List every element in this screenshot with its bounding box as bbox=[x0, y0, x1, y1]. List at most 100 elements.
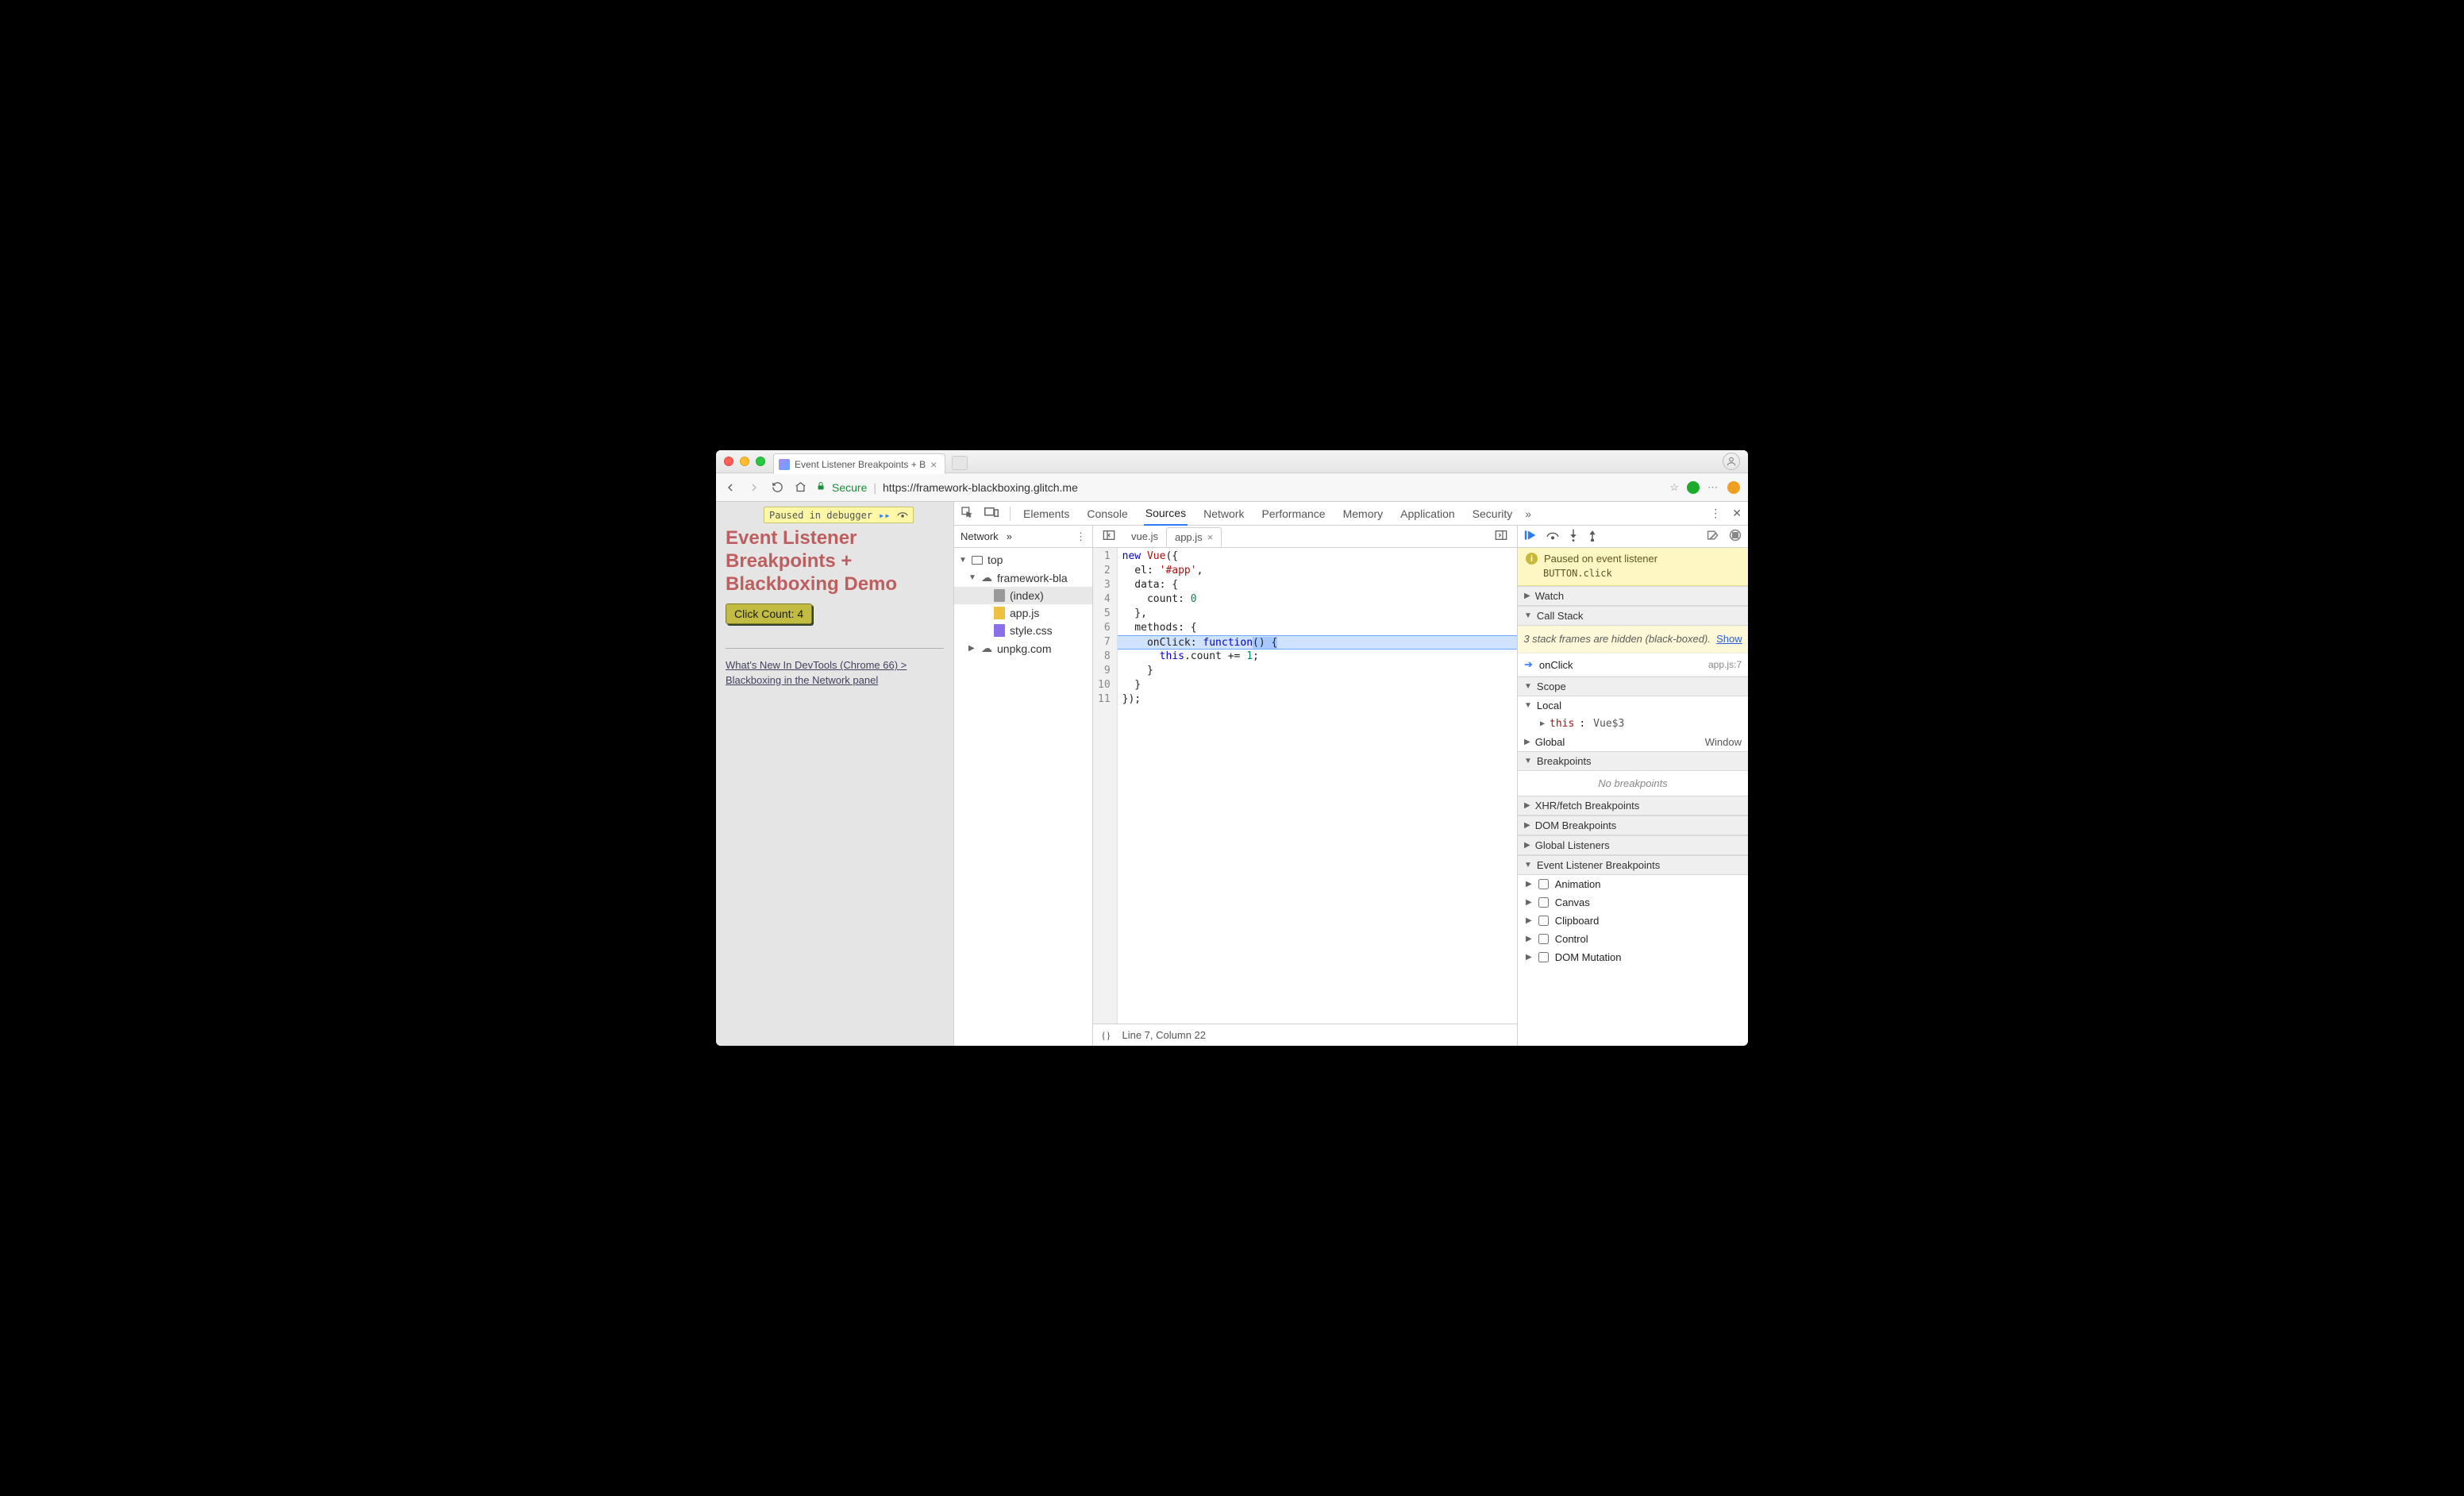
devtools-tab-memory[interactable]: Memory bbox=[1342, 503, 1385, 525]
toggle-navigator-icon[interactable] bbox=[1098, 530, 1120, 543]
scope-section-header[interactable]: ▼Scope bbox=[1518, 677, 1748, 696]
scope-this[interactable]: ▶this: Vue$3 bbox=[1518, 715, 1748, 733]
address-bar[interactable]: Secure | https://framework-blackboxing.g… bbox=[816, 478, 1660, 497]
scope-local[interactable]: ▼Local bbox=[1518, 696, 1748, 715]
cloud-icon: ☁ bbox=[981, 642, 992, 655]
callstack-section-header[interactable]: ▼Call Stack bbox=[1518, 606, 1748, 626]
global-listeners-header[interactable]: ▶Global Listeners bbox=[1518, 835, 1748, 855]
back-button[interactable] bbox=[724, 481, 737, 494]
devtools-tab-security[interactable]: Security bbox=[1471, 503, 1515, 525]
bookmark-star-icon[interactable]: ☆ bbox=[1669, 481, 1679, 494]
devtools-tab-elements[interactable]: Elements bbox=[1022, 503, 1071, 525]
close-devtools-icon[interactable]: ✕ bbox=[1732, 507, 1742, 520]
code-content[interactable]: new Vue({ el: '#app', data: { count: 0 }… bbox=[1118, 548, 1517, 1024]
debugger-sections: ▶Watch ▼Call Stack 3 stack frames are hi… bbox=[1518, 586, 1748, 1046]
navigator-more-icon[interactable]: » bbox=[1007, 530, 1012, 542]
elb-checkbox[interactable] bbox=[1538, 916, 1549, 926]
show-hidden-frames-link[interactable]: Show bbox=[1716, 633, 1742, 645]
home-button[interactable] bbox=[795, 481, 807, 493]
overlay-resume-button[interactable]: ▸▸ bbox=[879, 510, 890, 521]
code-line[interactable]: onClick: function() { bbox=[1118, 635, 1517, 650]
devtools-tab-performance[interactable]: Performance bbox=[1260, 503, 1326, 525]
browser-tab-title: Event Listener Breakpoints + B bbox=[795, 459, 926, 470]
code-line[interactable]: new Vue({ bbox=[1118, 549, 1517, 564]
devtools-tab-application[interactable]: Application bbox=[1399, 503, 1457, 525]
navigator-tab[interactable]: Network bbox=[961, 530, 999, 542]
zoom-window-button[interactable] bbox=[756, 457, 765, 466]
elb-category[interactable]: ▶DOM Mutation bbox=[1518, 948, 1748, 966]
code-line[interactable]: data: { bbox=[1118, 578, 1517, 592]
whatsnew-link[interactable]: What's New In DevTools (Chrome 66) > Bla… bbox=[726, 658, 944, 687]
step-out-button[interactable] bbox=[1588, 529, 1597, 544]
extension-menu-icon[interactable]: ⋯ bbox=[1707, 481, 1719, 494]
elb-category-label: DOM Mutation bbox=[1555, 951, 1622, 963]
file-name: app.js bbox=[1010, 607, 1039, 619]
close-tab-button[interactable]: × bbox=[930, 458, 937, 471]
inspect-element-icon[interactable] bbox=[961, 506, 973, 521]
code-line[interactable]: this.count += 1; bbox=[1118, 650, 1517, 664]
info-icon: i bbox=[1526, 553, 1538, 565]
close-editor-tab-icon[interactable]: × bbox=[1207, 531, 1214, 543]
dom-breakpoints-header[interactable]: ▶DOM Breakpoints bbox=[1518, 815, 1748, 835]
devtools-tab-sources[interactable]: Sources bbox=[1144, 502, 1188, 526]
pretty-print-icon[interactable]: {} bbox=[1101, 1029, 1111, 1042]
editor-tab[interactable]: app.js× bbox=[1166, 527, 1222, 547]
devtools-tab-console[interactable]: Console bbox=[1085, 503, 1129, 525]
browser-tab[interactable]: Event Listener Breakpoints + B × bbox=[773, 453, 945, 474]
forward-button[interactable] bbox=[748, 481, 760, 494]
elb-category[interactable]: ▶Animation bbox=[1518, 875, 1748, 893]
breakpoints-section-header[interactable]: ▼Breakpoints bbox=[1518, 751, 1748, 771]
kebab-menu-icon[interactable]: ⋮ bbox=[1710, 507, 1721, 520]
code-line[interactable]: } bbox=[1118, 664, 1517, 678]
step-into-button[interactable] bbox=[1569, 529, 1578, 544]
tree-top-frame[interactable]: ▼ top bbox=[954, 551, 1092, 569]
extension-alert-icon[interactable] bbox=[1727, 481, 1740, 494]
device-toolbar-icon[interactable] bbox=[984, 507, 999, 520]
file-tree-item[interactable]: app.js bbox=[954, 604, 1092, 622]
file-tree-item[interactable]: style.css bbox=[954, 622, 1092, 639]
code-line[interactable]: methods: { bbox=[1118, 621, 1517, 635]
more-tabs-icon[interactable]: » bbox=[1525, 507, 1531, 520]
pause-on-exceptions-button[interactable] bbox=[1729, 529, 1742, 544]
code-line[interactable]: } bbox=[1118, 678, 1517, 692]
elb-category[interactable]: ▶Canvas bbox=[1518, 893, 1748, 912]
toggle-debugger-icon[interactable] bbox=[1490, 530, 1512, 543]
minimize-window-button[interactable] bbox=[740, 457, 749, 466]
elb-category-label: Animation bbox=[1555, 878, 1601, 890]
elb-category[interactable]: ▶Control bbox=[1518, 930, 1748, 948]
code-line[interactable]: }, bbox=[1118, 607, 1517, 621]
elb-checkbox[interactable] bbox=[1538, 952, 1549, 962]
extension-icon[interactable] bbox=[1687, 481, 1700, 494]
elb-checkbox[interactable] bbox=[1538, 897, 1549, 908]
navigator-kebab-icon[interactable]: ⋮ bbox=[1076, 530, 1086, 543]
devtools-panel-tabs: Elements Console Sources Network Performance… bbox=[1022, 502, 1514, 525]
line-number-gutter[interactable]: 1234567891011 bbox=[1093, 548, 1118, 1024]
new-tab-button[interactable] bbox=[952, 456, 968, 470]
stack-frame[interactable]: ➔ onClick app.js:7 bbox=[1518, 654, 1748, 677]
resume-button[interactable] bbox=[1524, 530, 1537, 543]
elb-checkbox[interactable] bbox=[1538, 879, 1549, 889]
code-editor[interactable]: 1234567891011 new Vue({ el: '#app', data… bbox=[1093, 548, 1517, 1024]
code-line[interactable]: }); bbox=[1118, 692, 1517, 707]
reload-button[interactable] bbox=[772, 481, 783, 493]
elb-category[interactable]: ▶Clipboard bbox=[1518, 912, 1748, 930]
code-line[interactable]: count: 0 bbox=[1118, 592, 1517, 607]
elb-section-header[interactable]: ▼Event Listener Breakpoints bbox=[1518, 855, 1748, 875]
step-over-button[interactable] bbox=[1546, 530, 1559, 543]
xhr-breakpoints-header[interactable]: ▶XHR/fetch Breakpoints bbox=[1518, 796, 1748, 815]
deactivate-breakpoints-button[interactable] bbox=[1707, 530, 1719, 543]
file-tree-item[interactable]: (index) bbox=[954, 587, 1092, 604]
favicon-icon bbox=[779, 459, 790, 470]
profile-button[interactable] bbox=[1723, 453, 1740, 470]
scope-global[interactable]: ▶GlobalWindow bbox=[1518, 733, 1748, 751]
tree-domain-external[interactable]: ▶☁ unpkg.com bbox=[954, 639, 1092, 657]
tree-domain[interactable]: ▼☁ framework-bla bbox=[954, 569, 1092, 587]
overlay-step-button[interactable] bbox=[897, 509, 908, 521]
editor-tab[interactable]: vue.js bbox=[1123, 526, 1166, 546]
elb-checkbox[interactable] bbox=[1538, 934, 1549, 944]
watch-section-header[interactable]: ▶Watch bbox=[1518, 586, 1748, 606]
close-window-button[interactable] bbox=[724, 457, 733, 466]
devtools-tab-network[interactable]: Network bbox=[1202, 503, 1245, 525]
code-line[interactable]: el: '#app', bbox=[1118, 564, 1517, 578]
click-count-button[interactable]: Click Count: 4 bbox=[726, 603, 812, 624]
